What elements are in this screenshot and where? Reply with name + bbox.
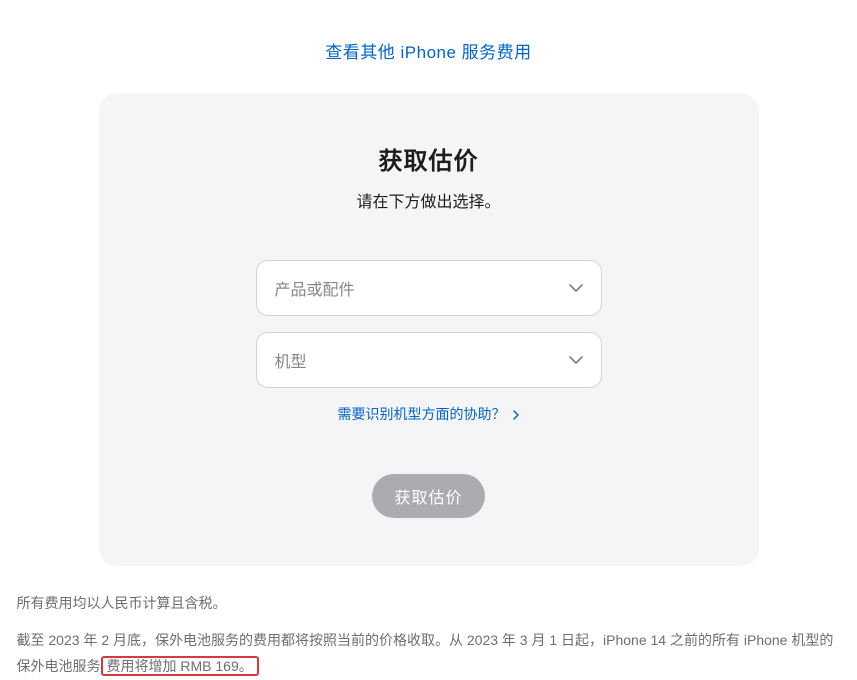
chevron-right-icon bbox=[513, 407, 519, 423]
product-select-placeholder: 产品或配件 bbox=[275, 276, 583, 300]
model-select[interactable]: 机型 bbox=[256, 332, 602, 388]
view-other-services-link-text[interactable]: 查看其他 iPhone 服务费用 bbox=[325, 43, 531, 62]
card-subtitle: 请在下方做出选择。 bbox=[139, 188, 719, 212]
estimate-card: 获取估价 请在下方做出选择。 产品或配件 机型 bbox=[99, 93, 759, 566]
model-select-placeholder: 机型 bbox=[275, 348, 583, 372]
card-title: 获取估价 bbox=[139, 141, 719, 176]
help-link-label: 需要识别机型方面的协助？ bbox=[338, 406, 506, 422]
footer-note-1: 所有费用均以人民币计算且含税。 bbox=[17, 590, 841, 617]
product-select[interactable]: 产品或配件 bbox=[256, 260, 602, 316]
model-select-wrapper: 机型 bbox=[256, 332, 602, 388]
help-identify-link-text[interactable]: 需要识别机型方面的协助？ bbox=[338, 406, 520, 422]
product-select-wrapper: 产品或配件 bbox=[256, 260, 602, 316]
get-estimate-button[interactable]: 获取估价 bbox=[372, 474, 484, 518]
help-identify-link[interactable]: 需要识别机型方面的协助？ bbox=[139, 404, 719, 424]
footer-notes: 所有费用均以人民币计算且含税。 截至 2023 年 2 月底，保外电池服务的费用… bbox=[11, 590, 847, 680]
view-other-services-link[interactable]: 查看其他 iPhone 服务费用 bbox=[0, 38, 857, 63]
footer-note-2: 截至 2023 年 2 月底，保外电池服务的费用都将按照当前的价格收取。从 20… bbox=[17, 627, 841, 680]
price-increase-highlight: 费用将增加 RMB 169。 bbox=[101, 656, 259, 676]
